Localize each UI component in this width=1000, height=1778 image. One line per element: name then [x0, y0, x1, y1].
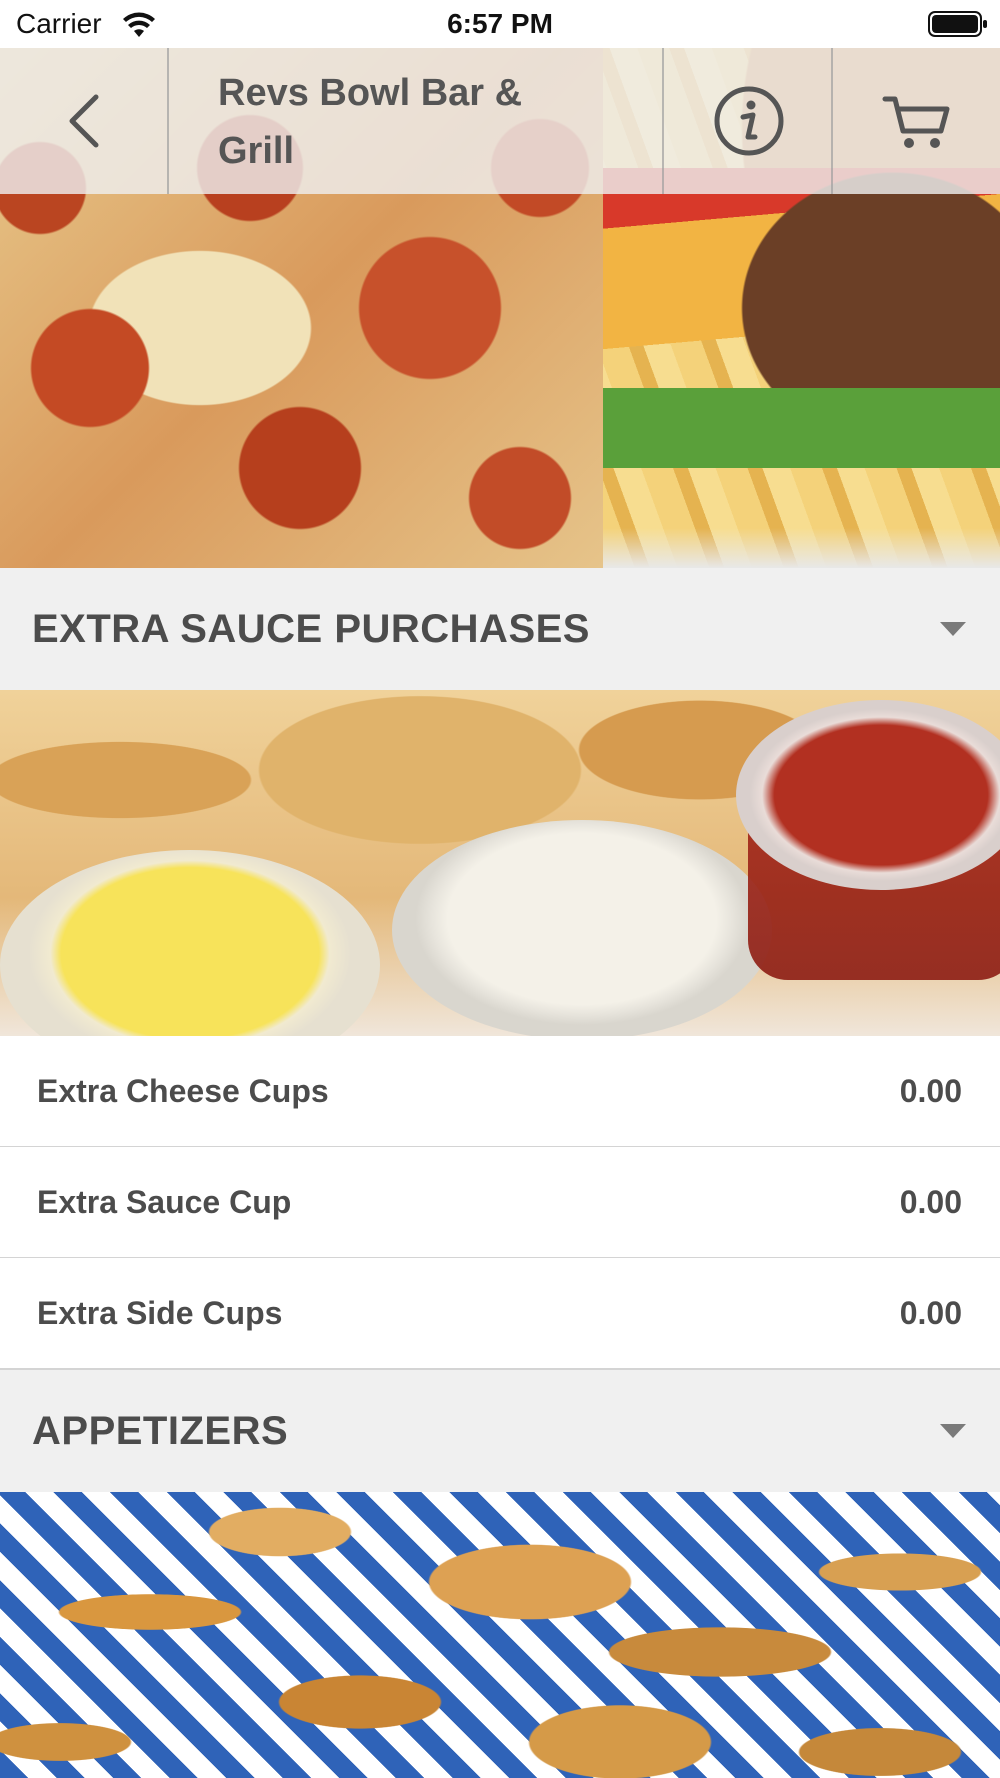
item-name: Extra Side Cups: [37, 1295, 283, 1331]
cart-icon: [882, 96, 949, 148]
item-name: Extra Cheese Cups: [37, 1073, 329, 1109]
menu-item-extra-cheese-cups[interactable]: Extra Cheese Cups 0.00: [0, 1036, 1000, 1148]
section-header-appetizers[interactable]: APPETIZERS: [0, 1370, 1000, 1492]
page-title: Revs Bowl Bar & Grill: [218, 72, 523, 172]
item-price: 0.00: [899, 1295, 962, 1331]
info-icon: [714, 86, 783, 156]
ranch-cup-shape: [392, 820, 772, 1036]
cart-button[interactable]: [833, 48, 1000, 194]
caret-down-icon: [940, 622, 966, 636]
sauce-cups-image: [0, 690, 1000, 1036]
section-title: APPETIZERS: [32, 1409, 289, 1453]
nav-divider: [662, 48, 664, 194]
appetizers-image: [0, 1492, 1000, 1778]
status-bar: Carrier 6:57 PM: [0, 0, 1000, 48]
back-button[interactable]: [0, 48, 167, 194]
section-header-extra-sauce[interactable]: EXTRA SAUCE PURCHASES: [0, 568, 1000, 690]
cheese-cup-shape: [0, 850, 380, 1036]
menu-item-extra-side-cups[interactable]: Extra Side Cups 0.00: [0, 1258, 1000, 1370]
chevron-left-icon: [69, 94, 98, 148]
item-name: Extra Sauce Cup: [37, 1184, 292, 1220]
item-price: 0.00: [899, 1073, 962, 1109]
battery-icon: [928, 11, 987, 37]
status-time: 6:57 PM: [447, 8, 553, 39]
section-title: EXTRA SAUCE PURCHASES: [32, 607, 590, 651]
menu-item-extra-sauce-cup[interactable]: Extra Sauce Cup 0.00: [0, 1147, 1000, 1259]
info-button[interactable]: [665, 48, 832, 194]
navigation-bar: Revs Bowl Bar & Grill: [0, 48, 1000, 194]
item-price: 0.00: [899, 1184, 962, 1220]
caret-down-icon: [940, 1424, 966, 1438]
nav-divider: [167, 48, 169, 194]
